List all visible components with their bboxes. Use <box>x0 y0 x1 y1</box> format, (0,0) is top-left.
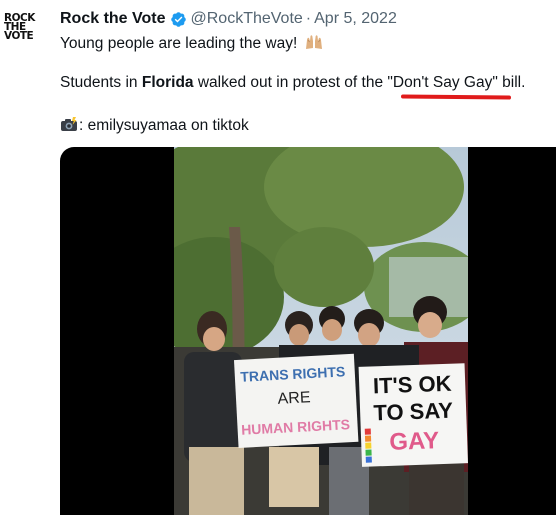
sign-right-line-2: TO SAY <box>373 398 454 426</box>
tweet-line-3: : emilysuyamaa on tiktok <box>60 117 249 135</box>
tweet-line-2: Students in Florida walked out in protes… <box>60 74 525 92</box>
protest-photo: TRANS RIGHTS ARE HUMAN RIGHTS IT'S OK TO… <box>174 147 468 515</box>
raising-hands-icon <box>305 35 322 49</box>
tweet-line-2-prefix: Students in <box>60 74 142 91</box>
camera-flash-icon <box>61 117 77 131</box>
sign-right-line-1: IT'S OK <box>373 371 453 399</box>
avatar[interactable]: ROCK THE VOTE <box>4 13 42 52</box>
sign-left-line-2: ARE <box>277 389 311 408</box>
author-name[interactable]: Rock the Vote <box>60 10 166 28</box>
red-underline-annotation <box>400 94 512 100</box>
tweet-line-1: Young people are leading the way! <box>60 34 324 53</box>
header-separator: · <box>305 10 312 27</box>
video-frame: TRANS RIGHTS ARE HUMAN RIGHTS IT'S OK TO… <box>174 147 468 515</box>
tweet-line-2-suffix: bill. <box>497 74 526 91</box>
tweet-line-2-middle: walked out in protest of the <box>193 74 388 91</box>
verified-badge-icon <box>170 11 186 27</box>
sign-left: TRANS RIGHTS ARE HUMAN RIGHTS <box>233 353 359 448</box>
sign-right: IT'S OK TO SAY GAY <box>358 363 468 467</box>
avatar-line-3: VOTE <box>4 30 34 42</box>
tweet-line-2-bold: Florida <box>141 74 194 91</box>
embedded-video[interactable]: TRANS RIGHTS ARE HUMAN RIGHTS IT'S OK TO… <box>60 147 556 515</box>
tweet-line-1-text: Young people are leading the way! <box>60 35 298 52</box>
tweet-header: Rock the Vote @RockTheVote · Apr 5, 2022 <box>60 8 397 30</box>
tweet-line-3-text: : emilysuyamaa on tiktok <box>79 117 249 134</box>
author-handle[interactable]: @RockTheVote <box>191 10 303 28</box>
tweet-date[interactable]: Apr 5, 2022 <box>314 10 397 28</box>
sign-right-line-3: GAY <box>389 427 440 456</box>
tweet-line-2-quoted: "Don't Say Gay" <box>387 74 498 91</box>
